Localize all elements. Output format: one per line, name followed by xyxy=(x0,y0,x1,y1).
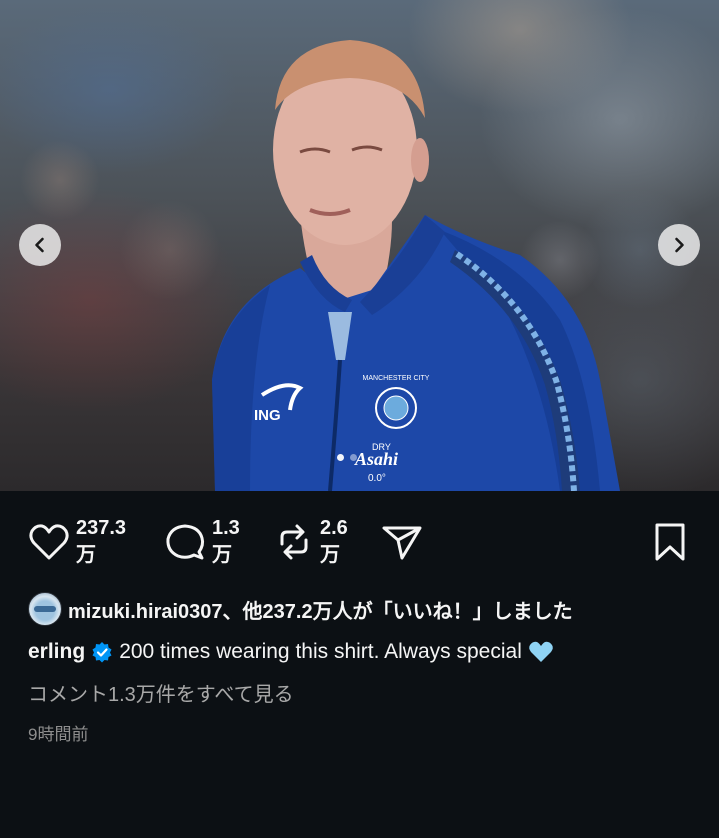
carousel-dots xyxy=(337,454,357,461)
sponsor-text: Asahi xyxy=(354,449,398,469)
caption-username[interactable]: erling xyxy=(28,640,85,664)
sponsor-bottom-text: 0.0° xyxy=(368,473,386,484)
comment-count[interactable]: 1.3 万 xyxy=(212,515,272,569)
repost-button[interactable]: 2.6 万 xyxy=(274,512,380,569)
verified-badge-icon xyxy=(91,641,113,663)
save-button[interactable] xyxy=(652,512,688,562)
like-button[interactable]: 237.3 万 xyxy=(28,512,136,569)
view-all-comments-link[interactable]: コメント1.3万件をすべて見る xyxy=(28,678,294,707)
light-blue-heart-icon xyxy=(528,640,554,664)
player-figure: MANCHESTER CITY ING DRY Asahi 0.0° xyxy=(212,40,620,491)
chevron-left-icon xyxy=(35,237,44,253)
heart-icon xyxy=(29,524,69,560)
carousel-next-button[interactable] xyxy=(658,224,700,266)
post-image[interactable]: MANCHESTER CITY ING DRY Asahi 0.0° xyxy=(0,0,719,491)
like-count[interactable]: 237.3 万 xyxy=(76,515,136,569)
repost-icon xyxy=(280,524,308,560)
likes-text[interactable]: mizuki.hirai0307、他237.2万人が「いいね！」しました xyxy=(68,595,573,624)
bookmark-icon xyxy=(655,523,685,561)
share-button[interactable] xyxy=(381,512,423,562)
chevron-right-icon xyxy=(675,237,684,253)
carousel-dot[interactable] xyxy=(337,454,344,461)
carousel-prev-button[interactable] xyxy=(19,224,61,266)
comment-icon xyxy=(166,524,205,560)
likes-summary[interactable]: mizuki.hirai0307、他237.2万人が「いいね！」しました xyxy=(28,592,573,626)
comment-button[interactable]: 1.3 万 xyxy=(164,512,272,569)
post-timestamp[interactable]: 9時間前 xyxy=(28,720,88,745)
carousel-dot[interactable] xyxy=(350,454,357,461)
post-actions: 237.3 万 1.3 万 2.6 万 xyxy=(0,512,719,582)
avatar[interactable] xyxy=(28,592,62,626)
repost-count[interactable]: 2.6 万 xyxy=(320,515,380,569)
shirt-brand-text: ING xyxy=(254,407,281,424)
badge-text: MANCHESTER CITY xyxy=(363,375,430,382)
share-icon xyxy=(382,526,422,560)
caption-text: 200 times wearing this shirt. Always spe… xyxy=(119,640,522,663)
post-caption: erling 200 times wearing this shirt. Alw… xyxy=(28,640,554,664)
